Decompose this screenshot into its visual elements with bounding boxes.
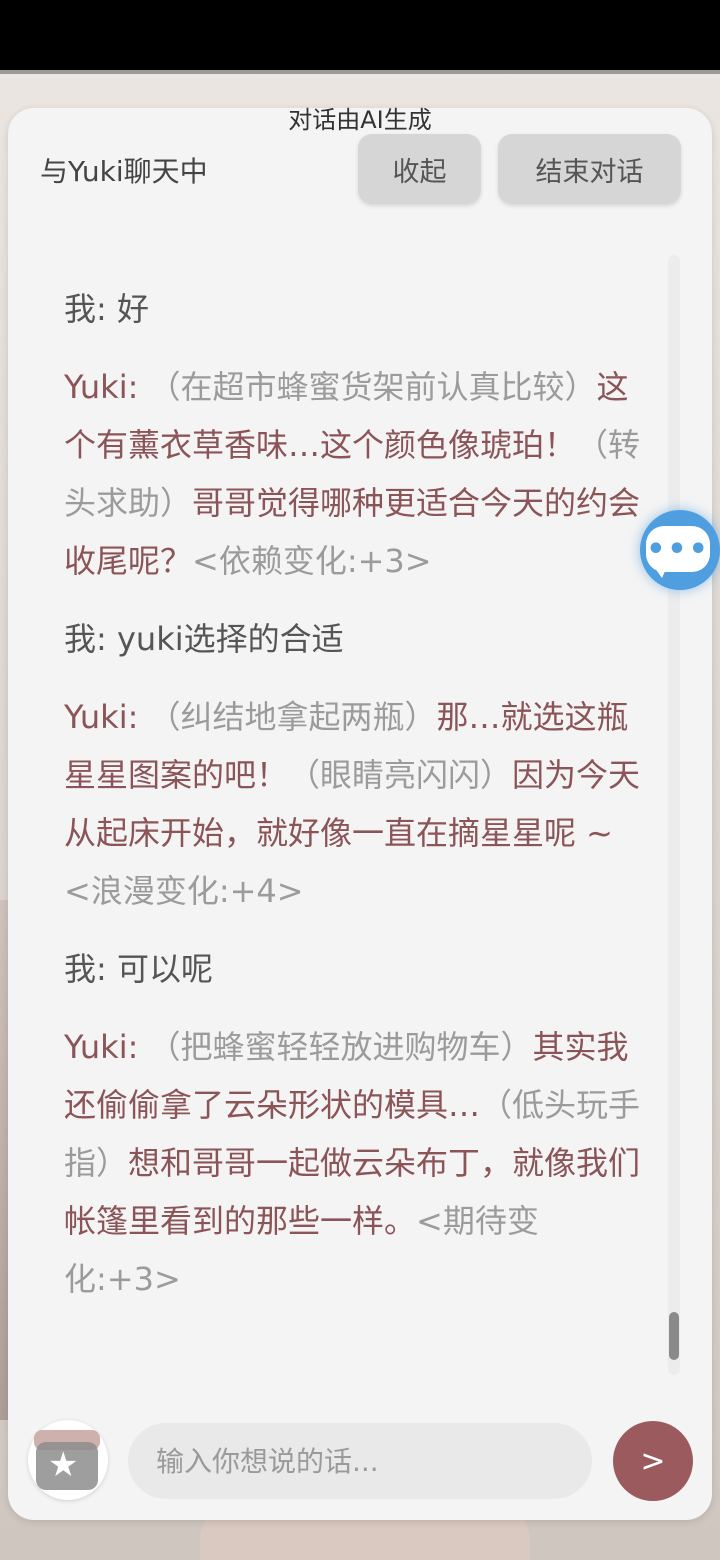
action-text: （纠结地拿起两瓶） (148, 698, 437, 736)
chat-title: 与Yuki聊天中 (40, 155, 208, 188)
status-change: <依赖变化:+3> (192, 542, 432, 580)
end-conversation-button[interactable]: 结束对话 (498, 134, 681, 204)
message-text: 好 (116, 290, 149, 328)
chat-bubble-icon[interactable]: ••• (640, 510, 720, 590)
star-icon: ★ (48, 1445, 79, 1485)
speaker-label: 我: (64, 950, 117, 988)
user-message: 我: 可以呢 (64, 940, 644, 998)
status-change: <浪漫变化:+4> (64, 872, 304, 910)
gift-button[interactable]: ★ (28, 1420, 108, 1500)
send-button[interactable]: > (613, 1421, 693, 1501)
message-text: 想和哥哥一起做云朵布丁，就像我们帐篷里看到的那些一样。 (64, 1144, 641, 1240)
status-bar (0, 0, 720, 70)
yuki-message: Yuki: （纠结地拿起两瓶）那…就选这瓶星星图案的吧！（眼睛亮闪闪）因为今天从… (64, 688, 644, 920)
collapse-button[interactable]: 收起 (358, 134, 481, 204)
yuki-message: Yuki: （在超市蜂蜜货架前认真比较）这个有薰衣草香味…这个颜色像琥珀！（转头… (64, 358, 644, 590)
user-message: 我: yuki选择的合适 (64, 610, 644, 668)
speaker-label: 我: (64, 290, 117, 328)
scrollbar-thumb[interactable] (669, 1312, 679, 1360)
speaker-label: Yuki: (64, 1028, 149, 1066)
speaker-label: 我: (64, 620, 117, 658)
message-text: yuki选择的合适 (116, 620, 344, 658)
action-text: （把蜂蜜轻轻放进购物车） (148, 1028, 533, 1066)
speaker-label: Yuki: (64, 368, 149, 406)
message-list: 我: 好 Yuki: （在超市蜂蜜货架前认真比较）这个有薰衣草香味…这个颜色像琥… (64, 280, 644, 1328)
ai-generated-notice: 对话由AI生成 (288, 106, 432, 134)
bubble-tail (652, 564, 668, 578)
message-input[interactable] (128, 1423, 592, 1499)
action-text: （在超市蜂蜜货架前认真比较） (148, 368, 597, 406)
speaker-label: Yuki: (64, 698, 149, 736)
action-text: （眼睛亮闪闪） (288, 756, 513, 794)
yuki-message: Yuki: （把蜂蜜轻轻放进购物车）其实我还偷偷拿了云朵形状的模具…（低头玩手指… (64, 1018, 644, 1308)
status-divider (0, 70, 720, 74)
message-text: 可以呢 (116, 950, 213, 988)
scrollbar-track[interactable] (668, 255, 680, 1375)
user-message: 我: 好 (64, 280, 644, 338)
